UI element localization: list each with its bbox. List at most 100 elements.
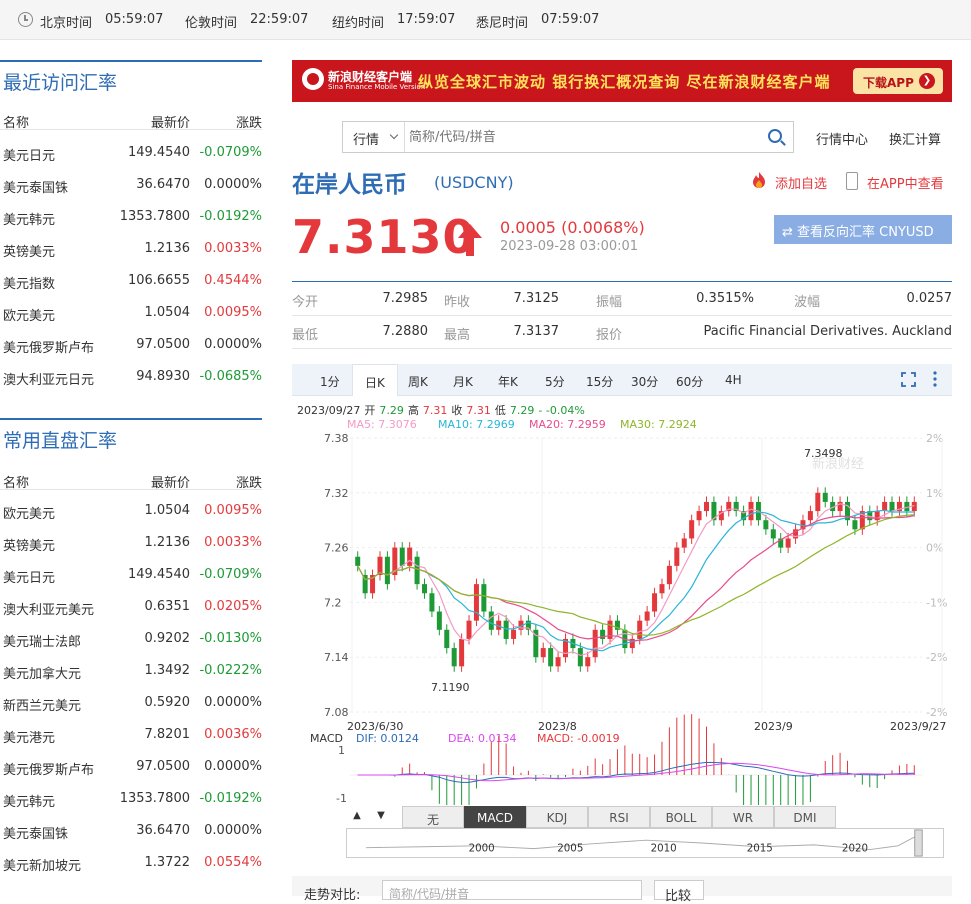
rate-name[interactable]: 美元日元	[3, 145, 55, 164]
rate-name[interactable]: 美元俄罗斯卢布	[3, 337, 94, 356]
candle-body	[696, 511, 702, 521]
rate-row[interactable]: 英镑美元 1.2136 0.0033%	[0, 527, 262, 559]
rate-row[interactable]: 澳大利亚元美元 0.6351 0.0205%	[0, 591, 262, 623]
rate-row[interactable]: 美元港元 7.8201 0.0036%	[0, 719, 262, 751]
search-type-label: 行情	[353, 133, 380, 148]
rate-name[interactable]: 美元泰国铢	[3, 823, 68, 842]
rate-name[interactable]: 美元泰国铢	[3, 177, 68, 196]
tab-label: 1分	[320, 375, 340, 389]
reverse-rate-button[interactable]: ⇄ 查看反向汇率 CNYUSD	[774, 215, 952, 244]
candle-body	[429, 593, 435, 612]
rate-name[interactable]: 欧元美元	[3, 503, 55, 522]
rate-row[interactable]: 美元日元 149.4540 -0.0709%	[0, 559, 262, 591]
rate-row[interactable]: 欧元美元 1.0504 0.0095%	[0, 495, 262, 527]
ma-line	[357, 503, 915, 657]
rate-name[interactable]: 美元瑞士法郎	[3, 631, 81, 650]
rate-row[interactable]: 美元瑞士法郎 0.9202 -0.0130%	[0, 623, 262, 655]
tab-weekly-k[interactable]: 周K	[400, 364, 440, 396]
scroll-down-button[interactable]: ▼	[370, 806, 392, 828]
rate-row[interactable]: 美元俄罗斯卢布 97.0500 0.0000%	[0, 329, 262, 361]
rate-name[interactable]: 新西兰元美元	[3, 695, 81, 714]
candle-body	[889, 501, 895, 512]
rate-row[interactable]: 新西兰元美元 0.5920 0.0000%	[0, 687, 262, 719]
tab-daily-k[interactable]: 日K	[352, 364, 398, 396]
tab-15min[interactable]: 15分	[580, 364, 620, 396]
market-center-link[interactable]: 行情中心	[816, 129, 868, 148]
tab-yearly-k[interactable]: 年K	[490, 364, 530, 396]
rate-row[interactable]: 欧元美元 1.0504 0.0095%	[0, 297, 262, 329]
navigator-handle[interactable]	[914, 829, 923, 857]
indicator-tab-macd[interactable]: MACD	[464, 806, 526, 828]
rate-name[interactable]: 美元港元	[3, 727, 55, 746]
common-rates-title: 常用直盘汇率	[3, 430, 118, 452]
rate-name[interactable]: 澳大利亚元美元	[3, 599, 94, 618]
sina-finance-logo-icon	[302, 68, 324, 90]
download-app-button[interactable]: 下载APP ❯	[853, 68, 943, 94]
rate-name[interactable]: 英镑美元	[3, 535, 55, 554]
candle-body	[384, 556, 390, 585]
tab-4h[interactable]: 4H	[715, 364, 755, 396]
search-icon[interactable]	[768, 129, 782, 143]
stat-open-value: 7.2985	[382, 291, 429, 306]
compare-button[interactable]: 比较	[654, 880, 704, 904]
candle-body	[399, 547, 405, 566]
rate-price: 1.2136	[144, 241, 191, 256]
fullscreen-icon[interactable]	[901, 372, 916, 387]
rate-row[interactable]: 美元日元 149.4540 -0.0709%	[0, 137, 262, 169]
rate-name[interactable]: 澳大利亚元日元	[3, 369, 94, 388]
tab-monthly-k[interactable]: 月K	[445, 364, 485, 396]
rate-row[interactable]: 美元泰国铢 36.6470 0.0000%	[0, 169, 262, 201]
rate-row[interactable]: 美元韩元 1353.7800 -0.0192%	[0, 201, 262, 233]
indicator-tab-wr[interactable]: WR	[712, 806, 774, 828]
ohlc-high: 7.31	[422, 404, 448, 417]
compare-input[interactable]: 简称/代码/拼音	[382, 880, 642, 901]
rate-name[interactable]: 美元韩元	[3, 791, 55, 810]
indicator-tab-label: RSI	[609, 811, 629, 825]
rate-name[interactable]: 美元俄罗斯卢布	[3, 759, 94, 778]
tab-30min[interactable]: 30分	[625, 364, 665, 396]
tab-5min[interactable]: 5分	[535, 364, 575, 396]
candle-body	[459, 638, 465, 667]
rate-change: 0.0036%	[204, 727, 262, 742]
candlestick-chart[interactable]: 7.387.327.267.27.147.082%1%0%-1%-2%-2%新浪…	[292, 430, 952, 805]
rate-change: -0.0709%	[199, 145, 262, 160]
rate-change: -0.0222%	[199, 663, 262, 678]
indicator-tab-kdj[interactable]: KDJ	[526, 806, 588, 828]
rate-row[interactable]: 美元新加坡元 1.3722 0.0554%	[0, 847, 262, 879]
more-options-icon[interactable]	[933, 370, 937, 388]
tab-label: 30分	[631, 375, 659, 389]
quote-code: (USDCNY)	[434, 173, 514, 192]
rate-name[interactable]: 美元指数	[3, 273, 55, 292]
y-tick-label: 7.14	[324, 651, 349, 664]
app-download-banner[interactable]: 新浪财经客户端 Sina Finance Mobile Version 纵览全球…	[292, 60, 952, 102]
rate-change: 0.0033%	[204, 241, 262, 256]
rate-row[interactable]: 美元泰国铢 36.6470 0.0000%	[0, 815, 262, 847]
rate-row[interactable]: 澳大利亚元日元 94.8930 -0.0685%	[0, 361, 262, 393]
indicator-tab-boll[interactable]: BOLL	[650, 806, 712, 828]
rate-row[interactable]: 美元韩元 1353.7800 -0.0192%	[0, 783, 262, 815]
rate-name[interactable]: 美元加拿大元	[3, 663, 81, 682]
search-type-select[interactable]: 行情	[343, 122, 405, 152]
scroll-up-button[interactable]: ▲	[346, 806, 368, 828]
indicator-tab-dmi[interactable]: DMI	[774, 806, 836, 828]
rate-name[interactable]: 英镑美元	[3, 241, 55, 260]
ohlc-open-label: 开	[364, 404, 376, 417]
rate-row[interactable]: 英镑美元 1.2136 0.0033%	[0, 233, 262, 265]
indicator-tab-rsi[interactable]: RSI	[588, 806, 650, 828]
rate-name[interactable]: 欧元美元	[3, 305, 55, 324]
tab-1min[interactable]: 1分	[310, 364, 350, 396]
rate-price: 36.6470	[136, 823, 190, 838]
timeline-navigator[interactable]: 2000 2005 2010 2015 2020	[346, 828, 944, 858]
indicator-tab-none[interactable]: 无	[402, 806, 464, 828]
rate-row[interactable]: 美元指数 106.6655 0.4544%	[0, 265, 262, 297]
tab-60min[interactable]: 60分	[670, 364, 710, 396]
rate-name[interactable]: 美元韩元	[3, 209, 55, 228]
rate-name[interactable]: 美元新加坡元	[3, 855, 81, 874]
navigator-line	[365, 836, 917, 851]
rate-row[interactable]: 美元俄罗斯卢布 97.0500 0.0000%	[0, 751, 262, 783]
clock-london-city: 伦敦时间	[185, 16, 238, 31]
currency-calculator-link[interactable]: 换汇计算	[889, 129, 941, 148]
rate-row[interactable]: 美元加拿大元 1.3492 -0.0222%	[0, 655, 262, 687]
search-input[interactable]	[409, 126, 749, 148]
rate-name[interactable]: 美元日元	[3, 567, 55, 586]
